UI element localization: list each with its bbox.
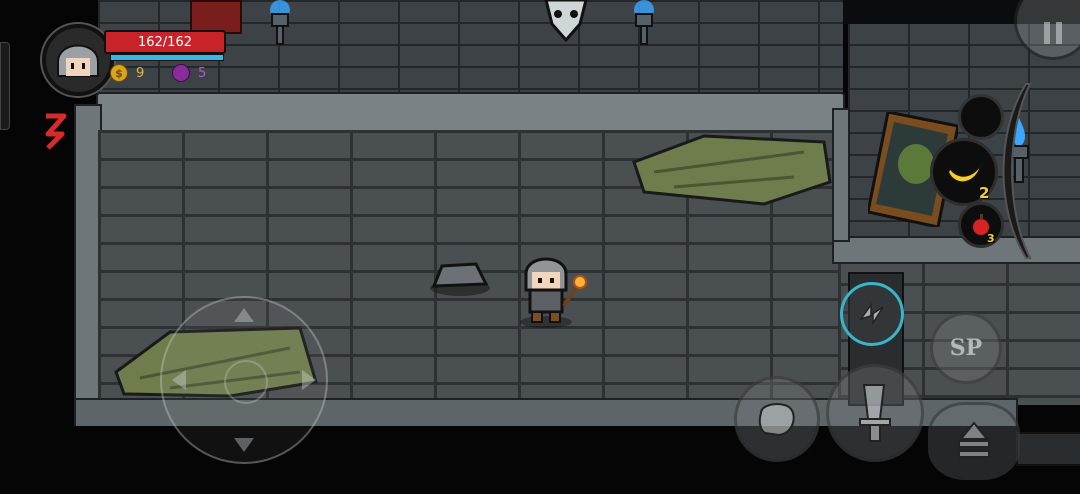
player-character xyxy=(520,257,587,328)
joystick-right-arrow-icon xyxy=(302,370,316,390)
floor-grate-right xyxy=(1016,432,1080,466)
joystick-up-arrow-icon xyxy=(234,308,254,322)
banana-icon xyxy=(946,161,983,184)
quick-slot-empty[interactable] xyxy=(958,94,1004,140)
wall-torch-1 xyxy=(270,0,290,45)
mana-bar xyxy=(110,54,224,61)
gold-counter: $ 9 xyxy=(110,64,144,82)
joystick-knob[interactable] xyxy=(224,360,268,404)
wall-ledge-right xyxy=(832,236,1080,264)
apple-count: 3 xyxy=(987,232,995,245)
secondary-attack-button[interactable] xyxy=(734,376,820,462)
soul-counter: 5 xyxy=(172,64,206,82)
red-banner xyxy=(190,0,242,34)
main-attack-button[interactable] xyxy=(826,364,924,462)
virtual-joystick[interactable] xyxy=(160,296,328,464)
side-pull-tab[interactable] xyxy=(0,42,10,130)
avatar xyxy=(57,44,99,77)
sp-label: SP xyxy=(949,335,983,361)
soul-swirl-icon xyxy=(172,64,190,82)
banana-count: 2 xyxy=(979,184,990,202)
quick-slot-apple[interactable] xyxy=(958,202,1004,248)
fist-icon xyxy=(758,403,795,437)
wall-torch-2 xyxy=(634,0,654,45)
health-text: 162/162 xyxy=(137,34,192,50)
mounted-skull xyxy=(544,0,588,42)
dash-skill-button[interactable] xyxy=(840,282,904,346)
interact-icon xyxy=(958,421,990,458)
soul-amount: 5 xyxy=(198,65,207,81)
health-bar: 162/162 xyxy=(104,30,226,54)
gold-coin-icon: $ xyxy=(110,64,128,82)
sword-icon xyxy=(859,384,891,442)
gold-amount: 9 xyxy=(136,65,145,81)
dash-icon xyxy=(859,302,884,326)
wall-ledge-top xyxy=(96,92,845,132)
red-arrow-icon[interactable] xyxy=(38,112,72,152)
joystick-left-arrow-icon xyxy=(172,370,186,390)
special-skill-button[interactable]: SP xyxy=(930,312,1002,384)
floor-rock[interactable] xyxy=(428,260,492,296)
interact-button[interactable] xyxy=(928,402,1020,480)
pause-icon xyxy=(1044,22,1062,44)
hay-pile-1 xyxy=(632,134,832,206)
joystick-down-arrow-icon xyxy=(234,438,254,452)
wall-pillar-right xyxy=(832,108,850,242)
